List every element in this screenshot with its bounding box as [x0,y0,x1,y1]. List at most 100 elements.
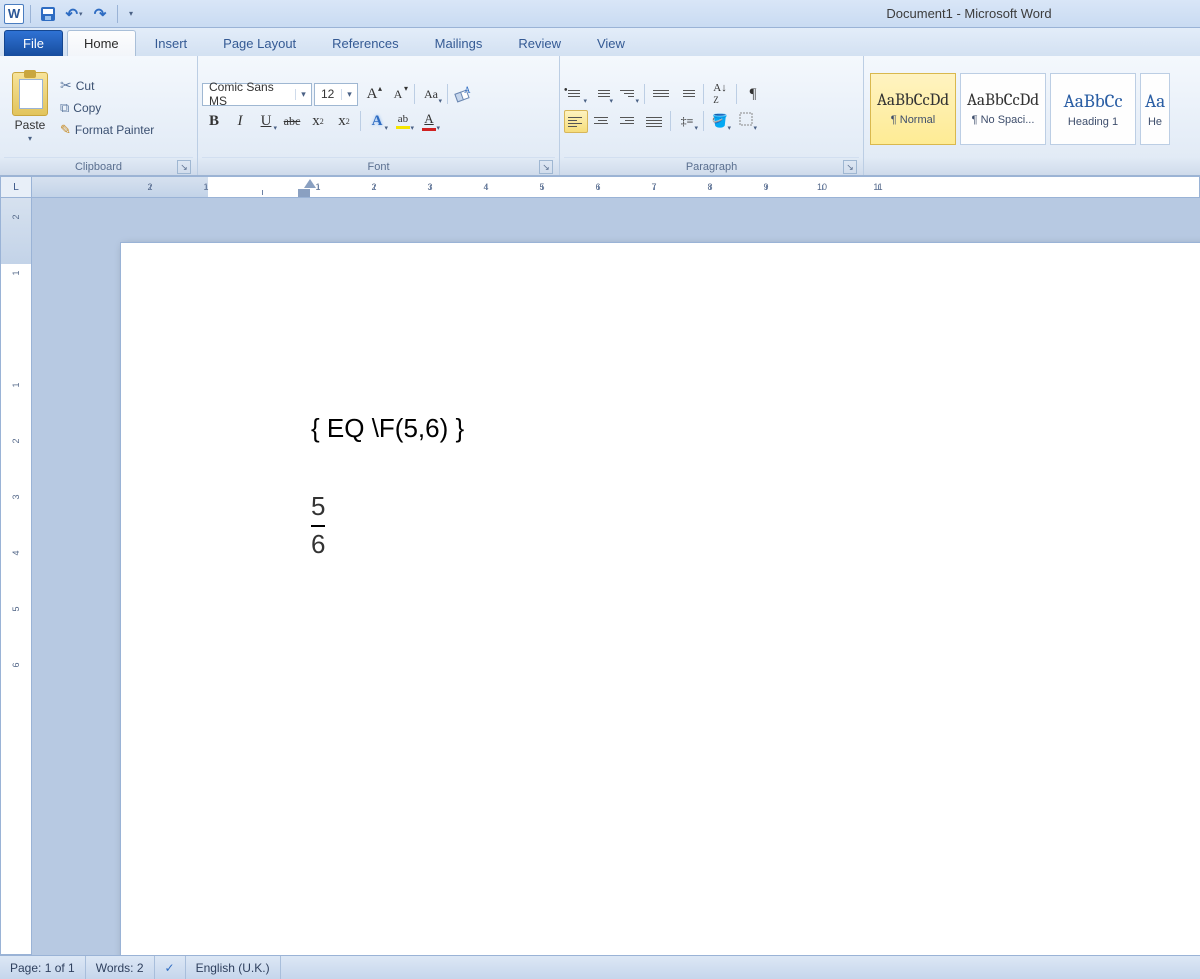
line-spacing-button[interactable]: ‡≡ [675,110,699,133]
tab-selector[interactable]: L [0,176,32,198]
superscript-button[interactable]: x2 [332,110,356,133]
separator [736,84,737,104]
align-center-button[interactable] [590,110,614,133]
clipboard-launcher[interactable]: ↘ [177,160,191,174]
tab-page-layout[interactable]: Page Layout [206,30,313,56]
font-size-value: 12 [315,87,341,101]
ribbon-tab-row: File Home Insert Page Layout References … [0,28,1200,56]
strike-icon: abc [284,114,301,129]
style-name: ¶ Normal [891,114,935,126]
group-label-paragraph: Paragraph [686,161,737,173]
font-size-combo[interactable]: 12 ▾ [314,83,358,106]
status-language[interactable]: English (U.K.) [186,956,281,979]
style-sample: AaBbCcDd [967,91,1039,110]
font-color-button[interactable]: A [417,110,441,133]
ruler-tick: 1 [11,258,21,288]
tab-references[interactable]: References [315,30,415,56]
multilevel-button[interactable] [616,83,640,106]
separator [644,84,645,104]
save-button[interactable] [37,3,59,25]
paste-button[interactable]: Paste ▾ [4,70,56,145]
status-page[interactable]: Page: 1 of 1 [0,956,86,979]
document-page[interactable]: { EQ \F(5,6) } 5 6 [120,242,1200,955]
align-left-button[interactable] [564,110,588,133]
undo-button[interactable]: ↶▾ [63,3,85,25]
text-effects-button[interactable]: A [365,110,389,133]
ruler-tick: 6 [11,650,21,680]
sort-button[interactable]: A↓Z [708,83,732,106]
tab-view[interactable]: View [580,30,642,56]
format-painter-label: Format Painter [75,123,154,137]
grow-font-icon: A [367,86,378,103]
increase-indent-button[interactable] [675,83,699,106]
style-no-spacing[interactable]: AaBbCcDd ¶ No Spaci... [960,73,1046,145]
style-heading-1[interactable]: AaBbCc Heading 1 [1050,73,1136,145]
page-viewport[interactable]: { EQ \F(5,6) } 5 6 [32,198,1200,955]
separator [670,111,671,131]
bold-button[interactable]: B [202,110,226,133]
tab-review[interactable]: Review [501,30,578,56]
style-heading-2[interactable]: Aa He [1140,73,1170,145]
align-center-icon [594,115,610,127]
separator [703,111,704,131]
cut-button[interactable]: ✂ Cut [56,75,158,97]
subscript-button[interactable]: x2 [306,110,330,133]
vertical-ruler[interactable]: 21123456 [0,198,32,955]
separator [447,84,448,104]
grow-font-button[interactable]: A▴ [360,83,384,106]
align-right-button[interactable] [616,110,640,133]
ruler-tick: 3 [11,482,21,512]
copy-button[interactable]: ⧉ Copy [56,97,158,119]
tab-insert[interactable]: Insert [138,30,205,56]
numbering-button[interactable] [590,83,614,106]
style-name: ¶ No Spaci... [972,114,1035,126]
fraction-numerator: 5 [311,492,325,522]
ruler-tick: 6 [570,182,626,192]
paragraph-launcher[interactable]: ↘ [843,160,857,174]
borders-button[interactable] [734,110,758,133]
highlight-button[interactable]: ab [391,110,415,133]
ruler-tick: 4 [11,538,21,568]
clear-formatting-button[interactable]: A [452,83,476,106]
underline-icon: U [261,113,272,130]
change-case-icon: Aa [424,87,438,102]
multilevel-icon [620,88,636,100]
field-code-text[interactable]: { EQ \F(5,6) } [311,413,1200,444]
format-painter-button[interactable]: ✎ Format Painter [56,119,158,141]
horizontal-ruler[interactable]: 211234567891011 [32,176,1200,198]
qat-customize-button[interactable]: ▾ [124,3,138,25]
decrease-indent-button[interactable] [649,83,673,106]
strikethrough-button[interactable]: abc [280,110,304,133]
show-marks-button[interactable]: ¶ [741,83,765,106]
sort-icon: A↓Z [713,82,726,106]
redo-button[interactable]: ↷ [89,3,111,25]
ruler-tick: 2 [11,426,21,456]
shrink-font-button[interactable]: A▾ [386,83,410,106]
brush-icon: ✎ [60,122,71,138]
status-proofing[interactable]: ✓ [155,956,186,979]
underline-button[interactable]: U [254,110,278,133]
window-title: Document1 - Microsoft Word [742,6,1196,21]
font-name-combo[interactable]: Comic Sans MS ▾ [202,83,312,106]
style-sample: AaBbCcDd [877,91,949,110]
status-words[interactable]: Words: 2 [86,956,155,979]
highlight-icon: ab [396,113,410,129]
group-label-clipboard: Clipboard [75,161,122,173]
justify-button[interactable] [642,110,666,133]
change-case-button[interactable]: Aa [419,83,443,106]
superscript-icon: x [338,113,346,130]
chevron-down-icon: ▾ [341,89,357,100]
undo-icon: ↶ [65,5,78,23]
bullets-button[interactable]: • [564,83,588,106]
shading-button[interactable]: 🪣 [708,110,732,133]
fraction-display[interactable]: 5 6 [311,492,325,560]
tab-mailings[interactable]: Mailings [418,30,500,56]
font-launcher[interactable]: ↘ [539,160,553,174]
fraction-denominator: 6 [311,530,325,560]
italic-button[interactable]: I [228,110,252,133]
style-normal[interactable]: AaBbCcDd ¶ Normal [870,73,956,145]
tab-file[interactable]: File [4,30,63,56]
tab-home[interactable]: Home [67,30,136,56]
status-bar: Page: 1 of 1 Words: 2 ✓ English (U.K.) [0,955,1200,979]
pilcrow-icon: ¶ [750,86,757,103]
